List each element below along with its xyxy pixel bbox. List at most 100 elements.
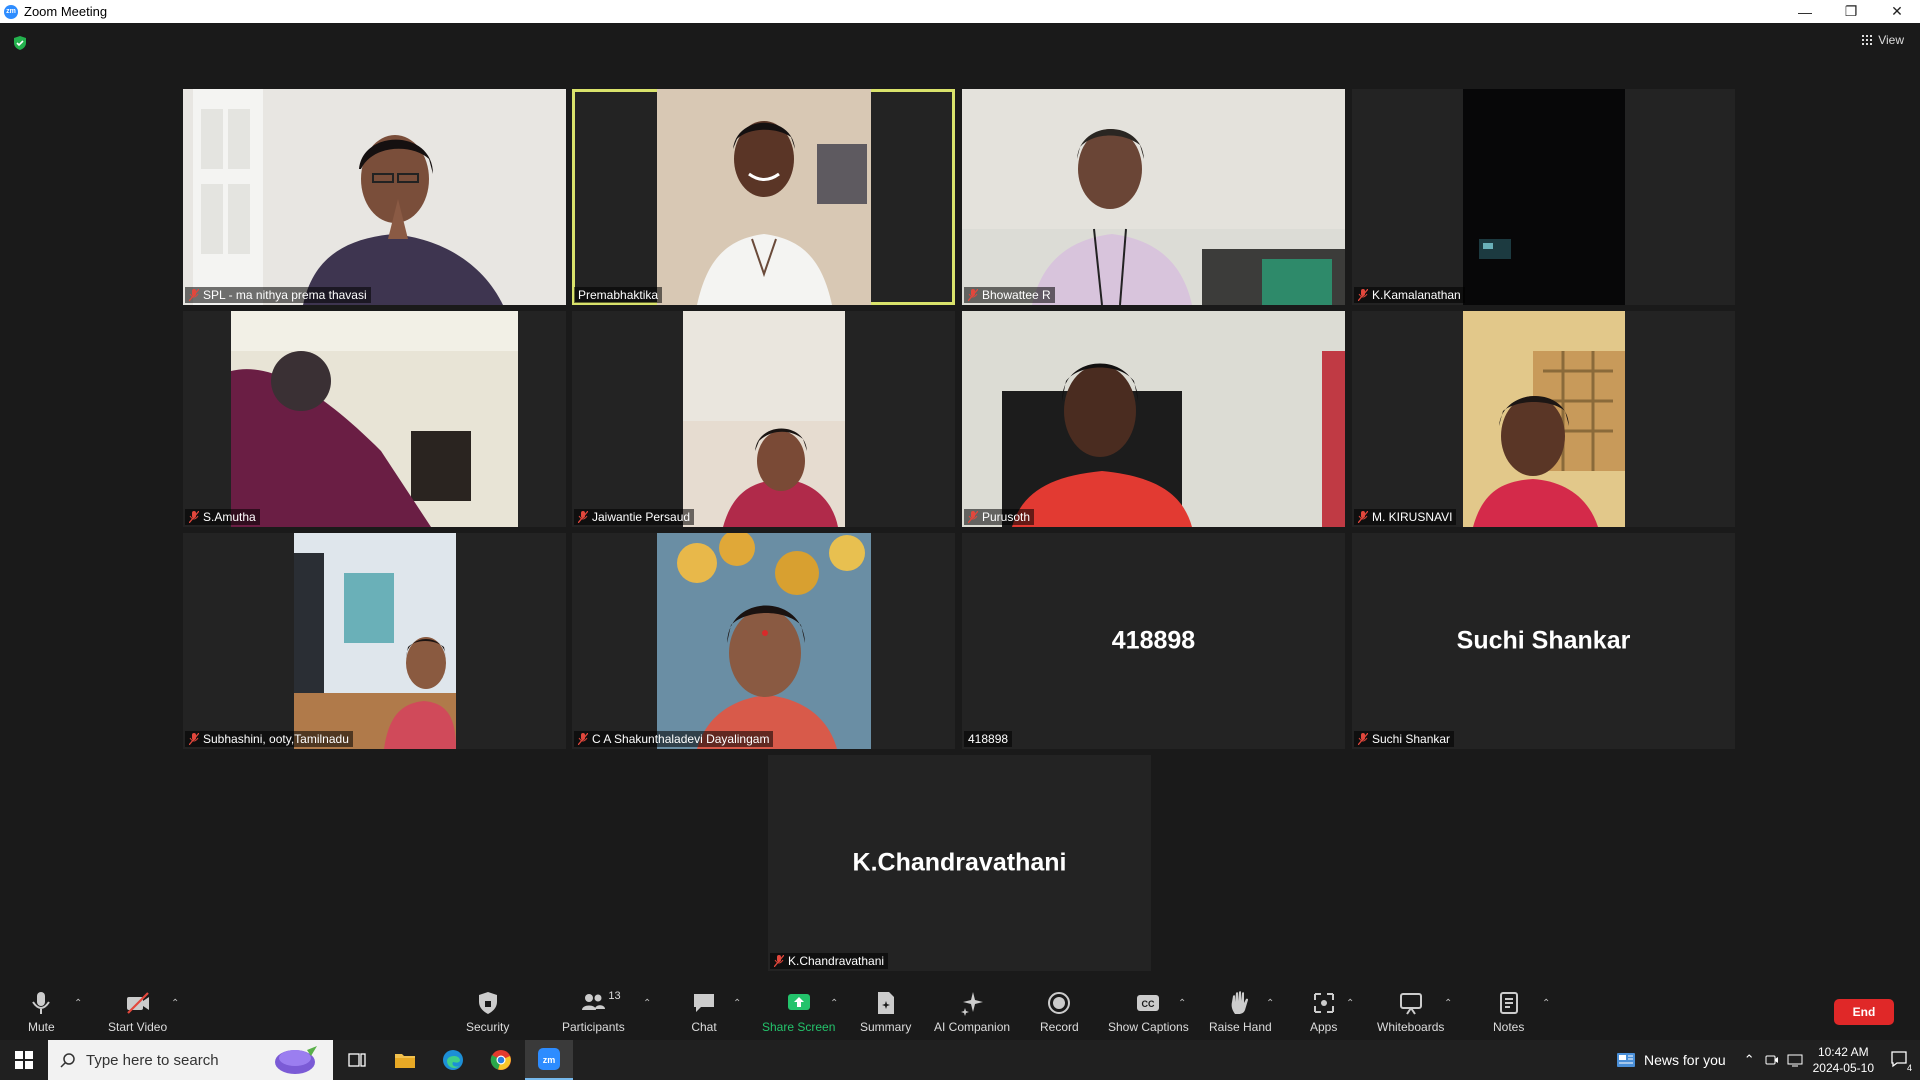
task-view-icon [348,1053,366,1067]
apps-options-caret-icon[interactable]: ⌃ [1346,998,1354,1009]
meeting-toolbar: Mute ⌃ Start Video ⌃ Security 13 Partici… [0,980,1920,1040]
participant-tile[interactable]: C A Shakunthaladevi Dayalingam [572,533,955,749]
muted-mic-icon [189,733,199,745]
view-label: View [1878,33,1904,47]
view-button[interactable]: View [1862,33,1904,47]
participant-name: M. KIRUSNAVI [1372,510,1453,524]
participant-tile-no-video[interactable]: 418898 418898 [962,533,1345,749]
edge-browser-button[interactable] [429,1040,477,1080]
participant-tile[interactable]: Subhashini, ooty,Tamilnadu [183,533,566,749]
minimize-button[interactable]: — [1782,0,1828,23]
notification-icon [1891,1050,1907,1067]
participant-video [683,311,845,527]
participant-tile-no-video[interactable]: K.Chandravathani K.Chandravathani [768,755,1151,971]
zoom-logo-icon: zm [4,4,18,19]
sparkle-icon [961,992,984,1016]
participants-options-caret-icon[interactable]: ⌃ [643,998,651,1009]
show-captions-button[interactable]: CC Show Captions [1108,990,1189,1034]
chat-button[interactable]: Chat [691,990,717,1034]
participant-tile-active-speaker[interactable]: Premabhaktika [572,89,955,305]
participant-video [657,533,871,749]
chrome-icon [490,1050,511,1070]
participant-name-tag: Premabhaktika [574,287,663,303]
whiteboards-button[interactable]: Whiteboards [1377,990,1444,1034]
notification-count-badge: 4 [1906,1062,1912,1073]
zoom-app-icon: zm [538,1048,560,1070]
close-button[interactable]: ✕ [1874,0,1920,23]
participant-name-tag: SPL - ma nithya prema thavasi [185,287,371,303]
start-button[interactable] [0,1040,48,1080]
participant-name: K.Kamalanathan [1372,288,1461,302]
restore-button[interactable]: ❐ [1828,0,1874,23]
participants-button[interactable]: 13 Participants [562,990,625,1034]
participant-tile[interactable]: Purusoth [962,311,1345,527]
record-button[interactable]: Record [1040,990,1079,1034]
notes-options-caret-icon[interactable]: ⌃ [1542,998,1550,1009]
security-button[interactable]: Security [466,990,509,1034]
zoom-app-button[interactable]: zm [525,1040,573,1080]
network-icon[interactable] [1787,1053,1803,1067]
whiteboards-options-caret-icon[interactable]: ⌃ [1444,998,1452,1009]
participant-name: S.Amutha [203,510,256,524]
muted-mic-icon [1358,511,1368,523]
start-video-button[interactable]: Start Video [108,990,167,1034]
reactions-options-caret-icon[interactable]: ⌃ [1266,998,1274,1009]
participant-count-badge: 13 [608,990,621,1002]
search-highlight-icon [275,1046,317,1074]
meet-now-icon[interactable] [1765,1053,1779,1067]
raise-hand-button[interactable]: Raise Hand [1209,990,1272,1034]
participant-tile[interactable]: M. KIRUSNAVI [1352,311,1735,527]
mute-button[interactable]: Mute [28,990,55,1034]
muted-mic-icon [578,733,588,745]
taskbar-search-box[interactable]: Type here to search [48,1040,333,1080]
apps-button[interactable]: Apps [1310,990,1337,1034]
participant-tile[interactable]: Jaiwantie Persaud [572,311,955,527]
participant-tile-no-video[interactable]: Suchi Shankar Suchi Shankar [1352,533,1735,749]
apps-icon [1313,993,1334,1013]
news-label: News for you [1644,1052,1726,1068]
participant-tile[interactable]: S.Amutha [183,311,566,527]
summary-button[interactable]: Summary [860,990,911,1034]
window-title: Zoom Meeting [24,4,108,19]
share-options-caret-icon[interactable]: ⌃ [830,998,838,1009]
end-meeting-button[interactable]: End [1834,999,1894,1025]
apps-label: Apps [1310,1020,1338,1034]
participants-label: Participants [562,1020,625,1034]
system-tray: News for you ⌃ 10:42 AM 2024-05-10 4 [1616,1040,1920,1080]
file-explorer-button[interactable] [381,1040,429,1080]
participant-name-tag: Jaiwantie Persaud [574,509,695,525]
video-options-caret-icon[interactable]: ⌃ [171,998,179,1009]
search-icon [60,1053,75,1068]
participant-name: Bhowattee R [982,288,1051,302]
svg-text:CC: CC [1142,999,1155,1009]
tray-overflow-chevron-icon[interactable]: ⌃ [1744,1052,1755,1068]
participant-tile[interactable]: K.Kamalanathan [1352,89,1735,305]
windows-logo-icon [15,1051,33,1069]
participant-display-name: Suchi Shankar [1456,626,1631,655]
encryption-shield-icon[interactable] [12,35,28,51]
participant-tile[interactable]: Bhowattee R [962,89,1345,305]
ai-companion-button[interactable]: AI Companion [934,990,1010,1034]
muted-mic-icon [1358,289,1368,301]
chat-label: Chat [691,1020,717,1034]
participant-display-name: K.Chandravathani [852,848,1067,877]
notification-center-button[interactable]: 4 [1890,1050,1912,1073]
share-screen-button[interactable]: Share Screen [762,990,835,1034]
chrome-browser-button[interactable] [477,1040,525,1080]
participant-video [962,311,1345,527]
clock[interactable]: 10:42 AM 2024-05-10 [1813,1044,1874,1076]
record-label: Record [1040,1020,1079,1034]
news-widget[interactable]: News for you [1616,1052,1726,1068]
participants-icon [582,994,606,1010]
notes-button[interactable]: Notes [1493,990,1524,1034]
audio-options-caret-icon[interactable]: ⌃ [74,998,82,1009]
participant-name-tag: Subhashini, ooty,Tamilnadu [185,731,353,747]
participant-tile[interactable]: SPL - ma nithya prema thavasi [183,89,566,305]
show-captions-label: Show Captions [1108,1020,1189,1034]
muted-mic-icon [578,511,588,523]
captions-options-caret-icon[interactable]: ⌃ [1178,998,1186,1009]
chat-options-caret-icon[interactable]: ⌃ [733,998,741,1009]
folder-icon [395,1054,415,1068]
muted-mic-icon [774,955,784,967]
task-view-button[interactable] [333,1040,381,1080]
